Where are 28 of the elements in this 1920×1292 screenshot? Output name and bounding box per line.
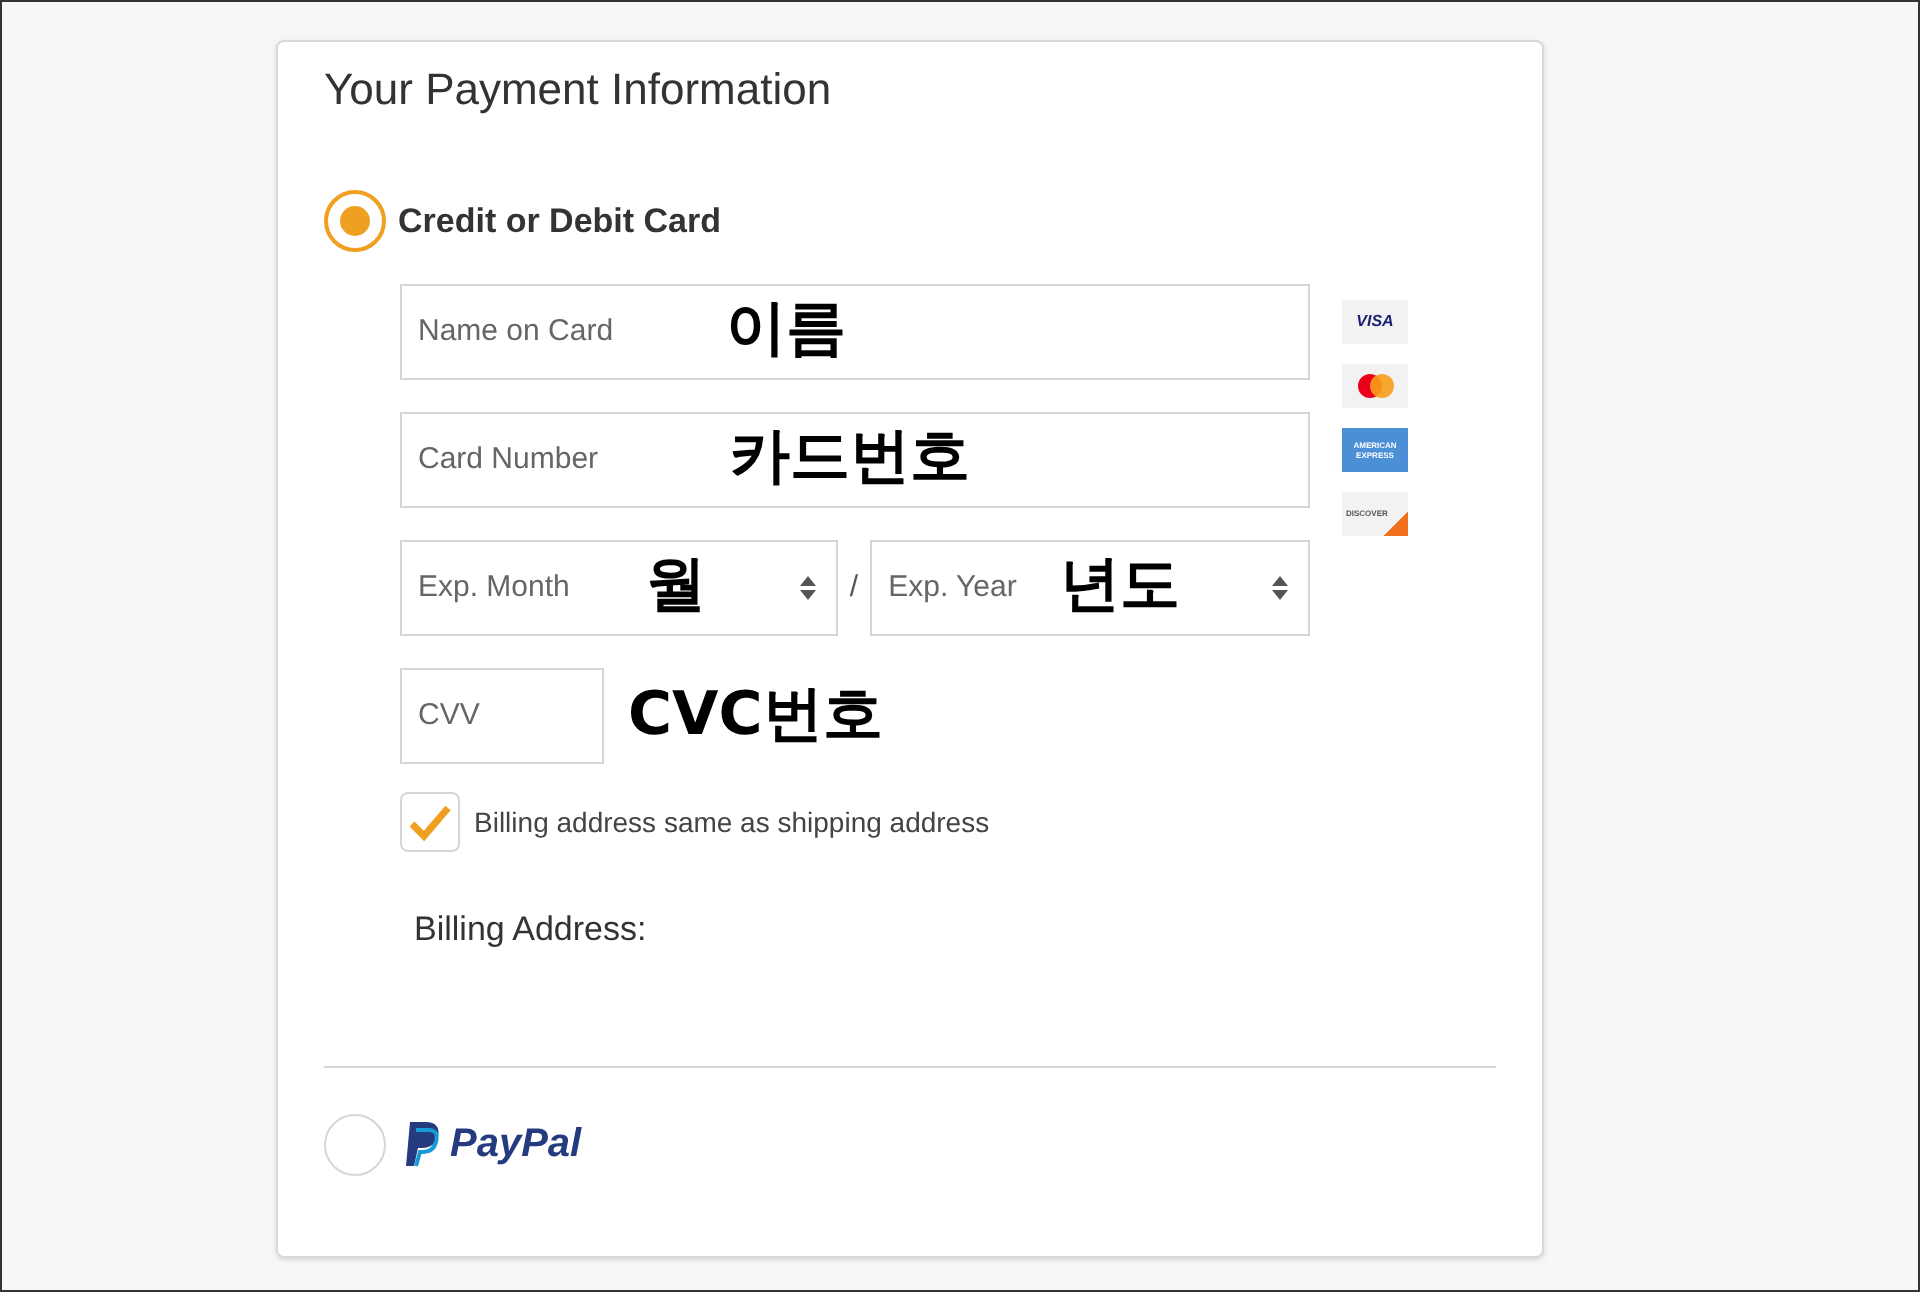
annotation-text: 이름 <box>726 300 846 360</box>
annotation-text: 카드번호 <box>730 428 970 488</box>
checkbox-label: Billing address same as shipping address <box>474 803 990 842</box>
select-field[interactable]: Exp. Month 월 <box>400 540 838 636</box>
checkbox[interactable] <box>400 792 460 852</box>
placeholder-text: Card Number <box>418 439 599 480</box>
select-field[interactable]: Exp. Year 년도 <box>870 540 1311 636</box>
placeholder-text: Exp. Month <box>418 567 570 608</box>
sort-icon <box>799 576 816 600</box>
placeholder-text: Exp. Year <box>888 567 1017 608</box>
sort-icon <box>1272 576 1289 600</box>
input-field[interactable]: CVV <box>400 668 604 764</box>
input-field[interactable]: Card Number 카드번호 <box>400 412 1310 508</box>
placeholder-text: CVV <box>418 695 480 736</box>
section-label: Billing Address: <box>414 908 649 952</box>
method-label[interactable]: Credit or Debit Card <box>398 195 722 247</box>
paypal-logo[interactable]: PayPal <box>402 1114 582 1174</box>
placeholder-text: Name on Card <box>418 311 614 352</box>
card-logo <box>1342 364 1408 408</box>
card-logo: VISA <box>1342 300 1408 344</box>
separator-text: / <box>849 567 859 608</box>
annotation-text: 월 <box>646 556 706 616</box>
radio-button[interactable] <box>324 1113 386 1175</box>
radio-button[interactable] <box>324 190 386 252</box>
annotation-text: CVC번호 <box>628 686 883 746</box>
form-title: Your Payment Information <box>324 62 834 118</box>
input-field[interactable]: Name on Card 이름 <box>400 284 1310 380</box>
annotation-text: 년도 <box>1060 556 1181 616</box>
